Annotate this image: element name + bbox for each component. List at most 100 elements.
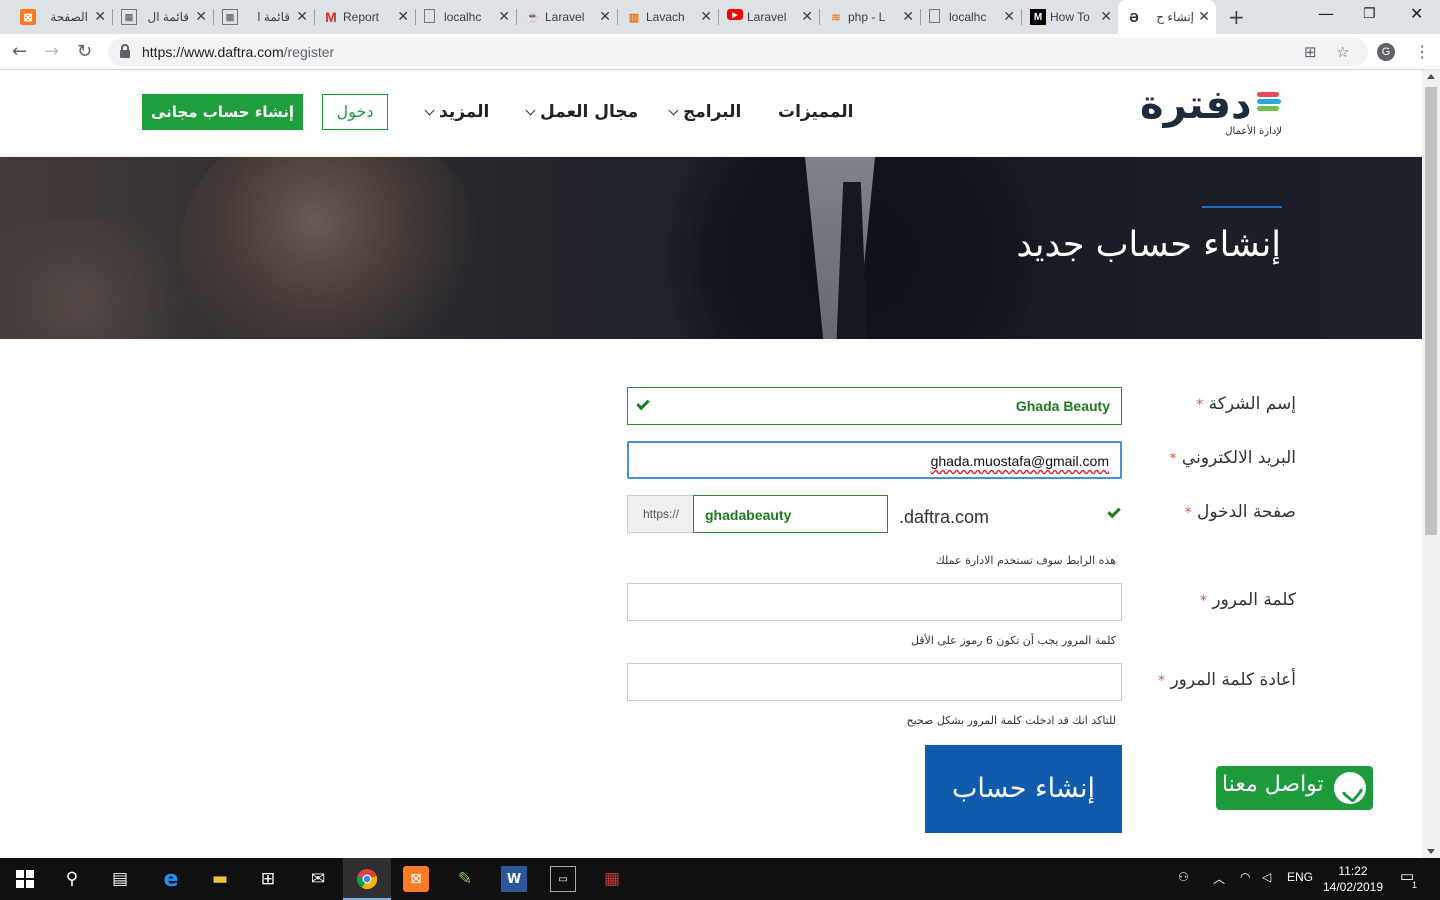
notepad-plus-icon[interactable]: ✎ [452, 866, 478, 892]
browser-tab[interactable]: ▶ Laravel ✕ [719, 4, 820, 30]
browser-tab[interactable]: localhc ✕ [921, 4, 1022, 30]
nav-business[interactable]: مجال العمل [525, 102, 638, 122]
check-icon [1107, 504, 1121, 519]
word-icon[interactable]: W [501, 866, 527, 892]
xampp-icon[interactable]: ⊠ [403, 866, 429, 892]
browser-tab[interactable]: M Report ✕ [315, 4, 416, 30]
password-hint: كلمة المرور يجب أن تكون 6 رموز على الأقل [910, 634, 1116, 647]
scroll-up-icon[interactable] [1427, 74, 1435, 79]
browser-tab[interactable]: ≋ php - L ✕ [820, 4, 921, 30]
browser-tab[interactable]: ▦ قائمة ا ✕ [214, 4, 315, 30]
required-mark: * [1196, 397, 1204, 413]
page-scrollbar[interactable] [1422, 70, 1440, 858]
close-icon[interactable]: ✕ [801, 8, 813, 25]
xampp-icon: ⊠ [20, 9, 36, 25]
tab-label: Laravel [747, 10, 787, 24]
volume-icon[interactable]: ◁ [1262, 870, 1271, 884]
stackoverflow-icon: ≋ [831, 11, 841, 24]
nav-more-label: المزيد [439, 102, 490, 122]
close-icon[interactable]: ✕ [195, 8, 207, 25]
bookmark-star-icon[interactable]: ☆ [1336, 43, 1349, 61]
company-name-value: Ghada Beauty [1015, 398, 1110, 414]
new-tab-icon[interactable]: + [1228, 5, 1245, 29]
chevron-up-icon[interactable]: ︿ [1213, 870, 1225, 887]
required-mark: * [1184, 505, 1192, 521]
people-icon[interactable]: ⚇ [1178, 870, 1189, 884]
close-icon[interactable]: ✕ [902, 8, 914, 25]
nav-programs[interactable]: البرامج [668, 102, 742, 122]
window-close-icon[interactable]: ✕ [1410, 4, 1423, 23]
nav-programs-label: البرامج [683, 102, 742, 122]
chrome-icon[interactable] [354, 866, 380, 892]
close-icon[interactable]: ✕ [1198, 8, 1210, 25]
confirm-password-label: أعادة كلمة المرور * [1158, 670, 1296, 690]
browser-tab[interactable]: ⊠ الصفحة ✕ [12, 4, 113, 30]
required-mark: * [1158, 673, 1166, 689]
wifi-icon[interactable]: ◠ [1240, 870, 1250, 884]
login-button[interactable]: دخول [322, 94, 388, 130]
company-name-label-text: إسم الشركة [1208, 394, 1296, 414]
close-icon[interactable]: ✕ [1100, 8, 1112, 25]
daftra-icon: Ə [1129, 9, 1139, 25]
browser-tab[interactable]: ☕ Laravel ✕ [517, 4, 618, 30]
check-icon [636, 396, 650, 411]
browser-tab[interactable]: ▦ قائمة ال ✕ [113, 4, 214, 30]
company-name-input[interactable]: Ghada Beauty [627, 387, 1122, 425]
page-icon [929, 9, 940, 23]
close-icon[interactable]: ✕ [397, 8, 409, 25]
close-icon[interactable]: ✕ [599, 8, 611, 25]
file-explorer-icon[interactable]: ▬ [207, 866, 233, 892]
reload-icon[interactable]: ↻ [77, 41, 92, 62]
whatsapp-icon [1334, 772, 1366, 804]
confirm-password-label-text: أعادة كلمة المرور [1170, 670, 1296, 690]
language-indicator[interactable]: ENG [1287, 870, 1313, 884]
browser-tab[interactable]: localhc ✕ [416, 4, 517, 30]
terminal-icon[interactable]: ▭ [550, 866, 576, 892]
scroll-thumb[interactable] [1425, 87, 1437, 535]
calendar-icon: ▦ [222, 9, 238, 25]
close-icon[interactable]: ✕ [296, 8, 308, 25]
daftra-logo[interactable]: دفترة لإدارة الأعمال [1140, 82, 1285, 142]
clock[interactable]: 11:22 14/02/2019 [1318, 863, 1388, 895]
search-icon[interactable]: ⚲ [59, 866, 85, 892]
password-field[interactable] [627, 583, 1122, 621]
scroll-down-icon[interactable] [1427, 849, 1435, 854]
close-icon[interactable]: ✕ [1003, 8, 1015, 25]
browser-tab[interactable]: M How To ✕ [1022, 4, 1118, 30]
nav-features[interactable]: المميزات [778, 102, 853, 122]
windows-start-icon[interactable] [12, 866, 38, 892]
tab-label: Lavach [646, 10, 685, 24]
password-label-text: كلمة المرور [1212, 590, 1296, 610]
login-page-label-text: صفحة الدخول [1197, 502, 1296, 522]
confirm-password-field[interactable] [627, 663, 1122, 701]
nav-more[interactable]: المزيد [424, 102, 490, 122]
edge-icon[interactable]: e [158, 866, 184, 892]
translate-icon[interactable]: ⊞ [1304, 43, 1317, 61]
notification-count: 1 [1412, 880, 1418, 890]
address-bar[interactable]: https://www.daftra.com/register ⊞ ☆ [108, 38, 1368, 66]
winrar-icon[interactable]: ▦ [599, 866, 625, 892]
restore-icon[interactable]: ❐ [1363, 6, 1376, 22]
browser-tab[interactable]: ▥ Lavach ✕ [618, 4, 719, 30]
minimize-icon[interactable]: — [1318, 4, 1334, 23]
forward-icon[interactable]: → [44, 41, 59, 62]
profile-avatar[interactable]: G [1377, 43, 1395, 61]
task-view-icon[interactable]: ▤ [107, 866, 133, 892]
store-icon[interactable]: ⊞ [255, 866, 281, 892]
create-account-button[interactable]: إنشاء حساب [925, 745, 1122, 833]
email-field[interactable]: ghada.muostafa@gmail.com [627, 441, 1122, 479]
subdomain-input[interactable]: ghadabeauty [693, 495, 888, 533]
browser-tab-active[interactable]: Ə إنشاء ح ✕ [1118, 0, 1216, 34]
whatsapp-contact-button[interactable]: تواصل معنا [1216, 766, 1373, 810]
windows-taskbar: ⚲ ▤ e ▬ ⊞ ✉ ⊠ ✎ W ▭ ▦ ⚇ ︿ ◠ ◁ ENG 11:22 … [0, 858, 1440, 900]
close-icon[interactable]: ✕ [700, 8, 712, 25]
mail-icon[interactable]: ✉ [305, 866, 331, 892]
site-header: دفترة لإدارة الأعمال المميزات البرامج مج… [0, 70, 1422, 157]
url-text: https://www.daftra.com/register [142, 44, 334, 60]
close-icon[interactable]: ✕ [94, 8, 106, 25]
free-signup-button[interactable]: إنشاء حساب مجانى [142, 94, 303, 130]
menu-kebab-icon[interactable]: ⋮ [1414, 42, 1430, 61]
back-icon[interactable]: ← [12, 41, 27, 62]
tab-label: إنشاء ح [1156, 10, 1194, 24]
close-icon[interactable]: ✕ [498, 8, 510, 25]
